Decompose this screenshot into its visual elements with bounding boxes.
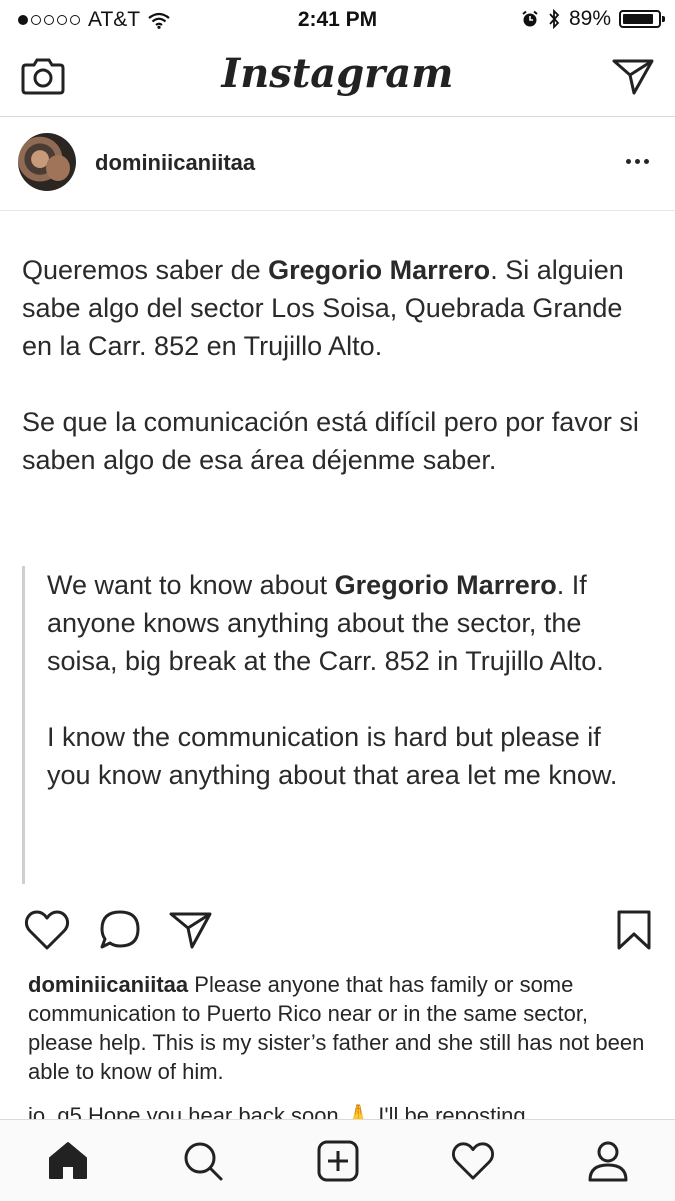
translation-quote: We want to know about Gregorio Marrero. … — [22, 566, 645, 884]
more-options-icon[interactable] — [626, 159, 649, 164]
post-header: dominiicaniitaa — [0, 116, 675, 211]
app-header: Instagram — [0, 38, 675, 117]
alarm-icon — [522, 10, 538, 27]
search-icon — [184, 1142, 222, 1180]
spanish-paragraph-1: Queremos saber de Gregorio Marrero. Si a… — [22, 255, 624, 361]
profile-icon — [588, 1141, 627, 1181]
battery-level — [623, 14, 653, 24]
activity-heart-icon — [451, 1141, 494, 1180]
spanish-paragraph-2: Se que la comunicación está difícil pero… — [22, 407, 639, 475]
new-post-icon — [317, 1140, 358, 1181]
status-right-group: 89% — [521, 7, 665, 31]
bluetooth-icon — [549, 9, 560, 29]
instagram-logo: Instagram — [221, 50, 454, 97]
share-icon[interactable] — [168, 909, 214, 951]
translation-paragraph-1: We want to know about Gregorio Marrero. … — [47, 570, 604, 676]
home-icon — [48, 1141, 87, 1179]
tab-search[interactable] — [135, 1120, 270, 1201]
status-bar: AT&T 2:41 PM 89% — [0, 0, 675, 38]
comment-icon[interactable] — [98, 909, 142, 951]
post-actions — [0, 903, 675, 957]
comment-preview[interactable]: jo_g5 Hope you hear back soon 🙏 I'll be … — [28, 1104, 648, 1120]
battery-percent: 89% — [568, 7, 611, 30]
caption-username[interactable]: dominiicaniitaa — [28, 972, 188, 997]
post-caption: dominiicaniitaa Please anyone that has f… — [28, 970, 648, 1086]
tab-home[interactable] — [0, 1120, 135, 1201]
avatar[interactable] — [18, 133, 76, 191]
like-heart-icon[interactable] — [24, 909, 70, 951]
tab-profile[interactable] — [540, 1120, 675, 1201]
post-username[interactable]: dominiicaniitaa — [95, 150, 255, 176]
bookmark-icon[interactable] — [614, 909, 654, 951]
post-image[interactable]: Queremos saber de Gregorio Marrero. Si a… — [0, 211, 675, 891]
spanish-text: Queremos saber de Gregorio Marrero. Si a… — [22, 251, 642, 479]
tab-new-post[interactable] — [270, 1120, 405, 1201]
bottom-tab-bar — [0, 1119, 675, 1201]
direct-message-icon[interactable] — [611, 56, 655, 96]
translation-paragraph-2: I know the communication is hard but ple… — [47, 722, 618, 790]
tab-activity[interactable] — [405, 1120, 540, 1201]
battery-icon — [619, 10, 665, 28]
